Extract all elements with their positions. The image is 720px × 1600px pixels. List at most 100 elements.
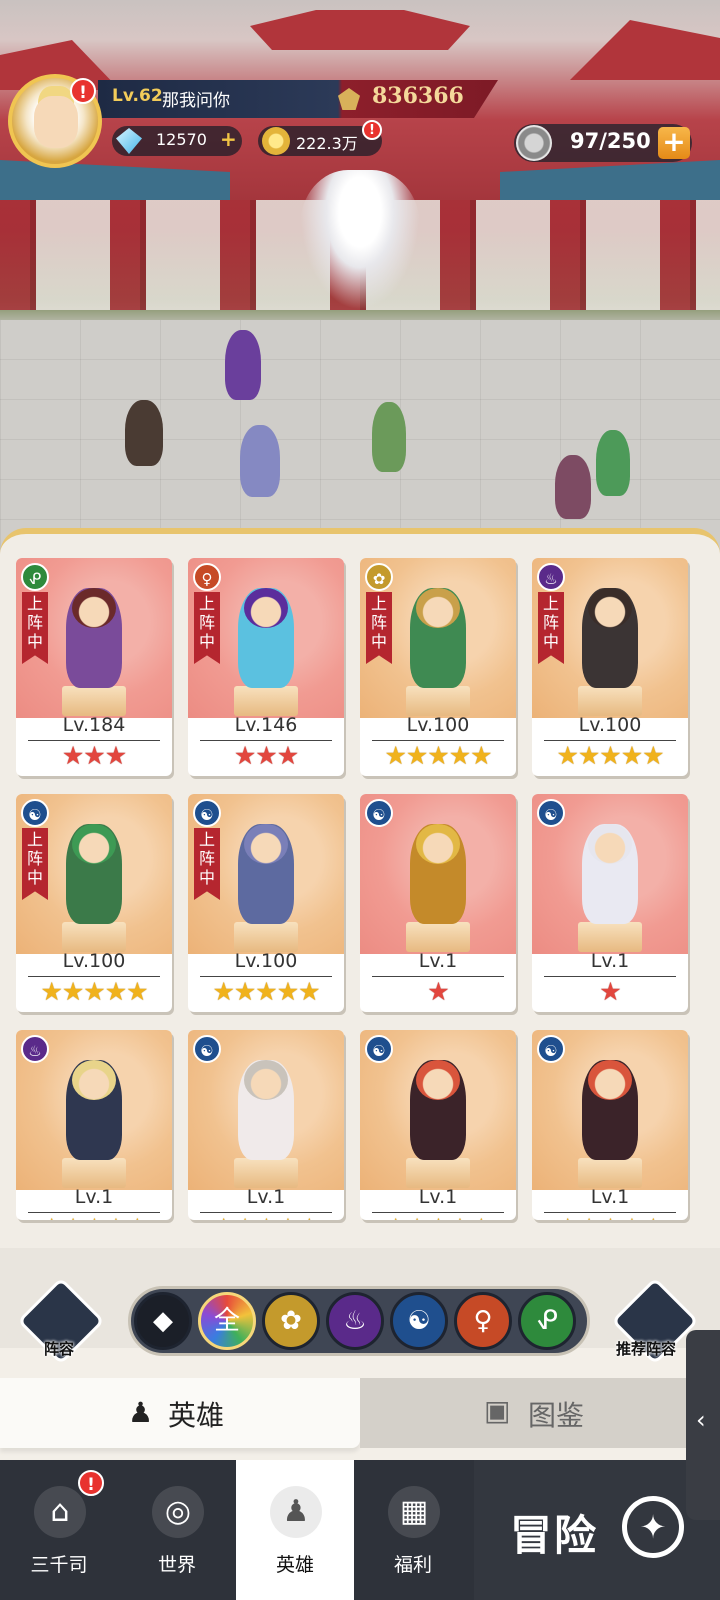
lineup-label: 阵容 xyxy=(44,1340,75,1358)
gold-amount: 222.3万 xyxy=(296,134,358,153)
nav-label: 福利 xyxy=(393,1554,432,1576)
hero-stars: ★ xyxy=(427,977,449,1006)
deployed-ribbon: 上阵中 xyxy=(22,592,48,664)
hero-card[interactable]: ᕵ 上阵中 Lv.184 ★★★ xyxy=(16,558,172,776)
hero-tab-icon: ♟ xyxy=(128,1396,154,1429)
taiji-icon: ☯ xyxy=(537,799,565,827)
pedestal xyxy=(234,1158,298,1188)
hero-level: Lv.1 xyxy=(590,1186,630,1208)
add-stamina-button[interactable]: + xyxy=(658,127,690,159)
dna-icon: ᕵ xyxy=(21,563,49,591)
hero-card[interactable]: ☯ Lv.1 ★★★★★ xyxy=(532,1030,688,1220)
hero-stars: ★★★ xyxy=(233,741,299,770)
taiji-icon: ☯ xyxy=(365,1035,393,1063)
pedestal xyxy=(578,1158,642,1188)
deployed-ribbon: 上阵中 xyxy=(194,592,220,664)
hero-card[interactable]: ♨ 上阵中 Lv.100 ★★★★★ xyxy=(532,558,688,776)
taiji-filter[interactable]: ☯ xyxy=(390,1292,448,1350)
dna-filter[interactable]: ᕵ xyxy=(518,1292,576,1350)
side-drawer-handle[interactable]: ‹ xyxy=(686,1330,720,1520)
hero-card[interactable]: ✿ 上阵中 Lv.100 ★★★★★ xyxy=(360,558,516,776)
hero-sprite[interactable] xyxy=(555,455,591,519)
meditation-filter[interactable]: ♀ xyxy=(454,1292,512,1350)
hero-stars: ★★★★★ xyxy=(556,741,664,770)
hero-sprite[interactable] xyxy=(372,402,406,472)
gold-alert-badge: ! xyxy=(362,120,382,140)
hero-stars: ★★★★★ xyxy=(40,977,148,1006)
pedestal xyxy=(406,1158,470,1188)
hero-head xyxy=(588,588,632,628)
diamond-amount: 12570 xyxy=(156,130,207,149)
hero-card[interactable]: ♀ 上阵中 Lv.146 ★★★ xyxy=(188,558,344,776)
hero-sprite[interactable] xyxy=(125,400,163,466)
combat-power: 836366 xyxy=(372,83,464,109)
nav-item-1[interactable]: ◎ 世界 xyxy=(118,1460,236,1600)
hero-sprite[interactable] xyxy=(225,330,261,400)
hero-card[interactable]: ☯ Lv.1 ★★★★★ xyxy=(360,1030,516,1220)
hero-level: Lv.100 xyxy=(234,950,298,972)
flame-filter[interactable]: ♨ xyxy=(326,1292,384,1350)
hero-level: Lv.100 xyxy=(406,714,470,736)
strength-filter[interactable]: ◆ xyxy=(134,1292,192,1350)
hero-level: Lv.100 xyxy=(578,714,642,736)
taiji-icon: ☯ xyxy=(537,1035,565,1063)
hero-sprite[interactable] xyxy=(596,430,630,496)
hero-head xyxy=(72,588,116,628)
pedestal xyxy=(578,922,642,952)
hero-sprite[interactable] xyxy=(240,425,280,497)
deployed-ribbon: 上阵中 xyxy=(194,828,220,900)
hero-stars: ★★★★★ xyxy=(188,1214,344,1221)
hero-stars: ★★★★★ xyxy=(384,741,492,770)
nav-label: 世界 xyxy=(157,1554,196,1576)
pedestal xyxy=(234,922,298,952)
hero-card[interactable]: ☯ 上阵中 Lv.100 ★★★★★ xyxy=(16,794,172,1012)
gold-coin-icon xyxy=(262,127,290,155)
add-diamond-icon[interactable]: + xyxy=(220,127,237,151)
tab-codex[interactable]: ▣ 图鉴 xyxy=(360,1378,720,1448)
planet-icon: ◎ xyxy=(152,1486,204,1538)
all-filter[interactable]: 全 xyxy=(198,1292,256,1350)
taiji-icon: ☯ xyxy=(193,1035,221,1063)
hero-card[interactable]: ☯ 上阵中 Lv.100 ★★★★★ xyxy=(188,794,344,1012)
taiji-icon: ☯ xyxy=(365,799,393,827)
hero-head xyxy=(588,824,632,864)
hero-level: Lv.184 xyxy=(62,714,126,736)
nav-item-3[interactable]: ▦ 福利 xyxy=(354,1460,472,1600)
hero-level: Lv.1 xyxy=(590,950,630,972)
hero-head xyxy=(72,824,116,864)
gift-icon: ▦ xyxy=(388,1486,440,1538)
lotus-filter[interactable]: ✿ xyxy=(262,1292,320,1350)
hero-stars: ★★★★★ xyxy=(360,1214,516,1221)
hero-level: Lv.1 xyxy=(74,1186,114,1208)
tab-codex-label: 图鉴 xyxy=(528,1399,585,1432)
hero-level: Lv.1 xyxy=(246,1186,286,1208)
deployed-ribbon: 上阵中 xyxy=(22,828,48,900)
hero-card[interactable]: ☯ Lv.1 ★ xyxy=(360,794,516,1012)
tab-heroes[interactable]: ♟ 英雄 xyxy=(0,1378,360,1448)
avatar-alert-badge: ! xyxy=(70,78,96,104)
hero-level: Lv.1 xyxy=(418,950,458,972)
hero-head xyxy=(588,1060,632,1100)
nav-alert-badge: ! xyxy=(78,1470,104,1496)
temple-icon: ⌂ xyxy=(34,1486,86,1538)
nav-item-2[interactable]: ♟ 英雄 xyxy=(236,1460,354,1600)
pedestal xyxy=(406,922,470,952)
hero-stars: ★★★★★ xyxy=(16,1214,172,1221)
hero-stars: ★★★★★ xyxy=(212,977,320,1006)
tab-heroes-label: 英雄 xyxy=(168,1399,225,1432)
hero-head xyxy=(72,1060,116,1100)
hero-head xyxy=(244,1060,288,1100)
deployed-ribbon: 上阵中 xyxy=(366,592,392,664)
hero-card[interactable]: ☯ Lv.1 ★★★★★ xyxy=(188,1030,344,1220)
pedestal xyxy=(234,686,298,716)
hero-card[interactable]: ☯ Lv.1 ★ xyxy=(532,794,688,1012)
hero-card[interactable]: ♨ Lv.1 ★★★★★ xyxy=(16,1030,172,1220)
hero-stars: ★ xyxy=(599,977,621,1006)
hero-level: Lv.100 xyxy=(62,950,126,972)
deployed-ribbon: 上阵中 xyxy=(538,592,564,664)
hero-head xyxy=(416,588,460,628)
hero-head xyxy=(244,588,288,628)
hero-level: Lv.146 xyxy=(234,714,298,736)
nav-label: 英雄 xyxy=(275,1554,314,1576)
pedestal xyxy=(62,922,126,952)
